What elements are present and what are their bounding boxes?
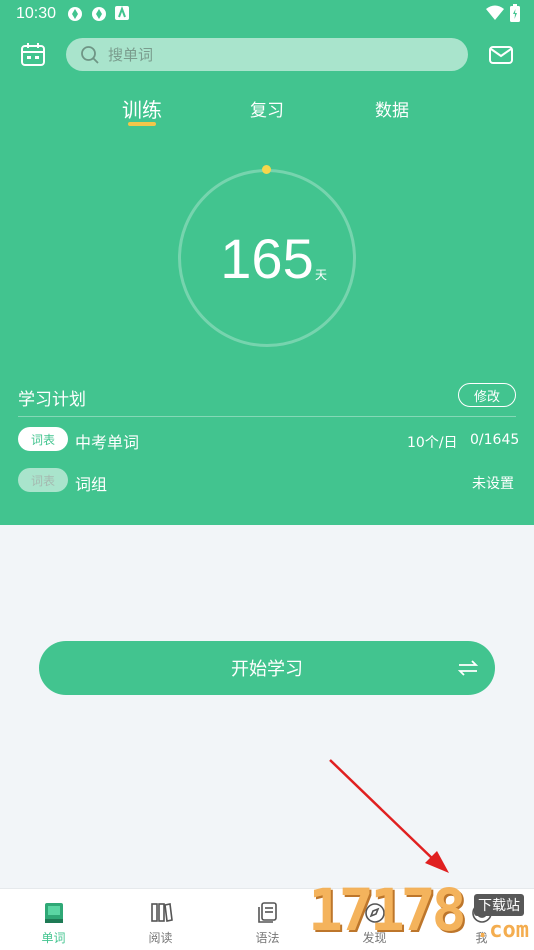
search-icon [81,45,99,64]
watermark-site-label: 下载站 [474,894,524,916]
phrasebook-badge: 词表 [18,468,68,492]
study-days-count: 165 [220,227,314,290]
status-notification-icons [66,5,130,23]
start-learning-label: 开始学习 [231,659,303,680]
status-bar: 10:30 [0,0,534,28]
nav-label-words: 单词 [41,931,66,945]
watermark-number: 17178 [308,876,467,944]
progress-ring-dot [262,165,271,174]
wordbook-badge: 词表 [18,427,68,451]
study-days-unit: 天 [315,268,328,282]
nav-label-reading: 阅读 [148,931,173,945]
grammar-icon [258,902,277,923]
wordbook-name[interactable]: 中考单词 [75,429,139,453]
mail-icon[interactable] [486,40,516,70]
watermark-logo: 17178 下载站 .com [308,862,534,950]
sync-icon [92,7,106,21]
tab-training[interactable]: 训练 [122,94,162,123]
switch-icon[interactable] [457,657,479,679]
start-learning-button[interactable]: 开始学习 [39,641,495,695]
tab-data[interactable]: 数据 [375,96,409,121]
search-input[interactable]: 搜单词 [66,38,468,71]
plan-title: 学习计划 [18,390,86,410]
book-icon [45,903,63,923]
nav-item-reading[interactable]: 阅读 [107,889,214,950]
nav-item-words[interactable]: 单词 [0,889,107,950]
app-notification-icon [115,6,129,20]
nav-item-grammar[interactable]: 语法 [214,889,321,950]
nav-label-grammar: 语法 [255,931,280,945]
tab-review[interactable]: 复习 [250,96,284,121]
edit-plan-button[interactable]: 修改 [458,383,516,407]
wifi-icon [486,5,504,20]
books-icon [151,903,173,922]
wordbook-daily-goal: 10个/日 [407,435,458,451]
phrasebook-status: 未设置 [472,476,514,492]
watermark-domain: .com [476,918,529,943]
phrasebook-name[interactable]: 词组 [75,471,107,495]
status-time: 10:30 [16,5,57,22]
sync-icon [68,7,82,21]
wordbook-progress: 0/1645 [470,432,520,448]
search-placeholder: 搜单词 [108,46,154,64]
active-tab-indicator [128,122,156,126]
status-system-icons [486,4,520,22]
battery-icon [510,4,520,22]
calendar-icon[interactable] [18,40,48,70]
plan-divider [18,416,516,417]
